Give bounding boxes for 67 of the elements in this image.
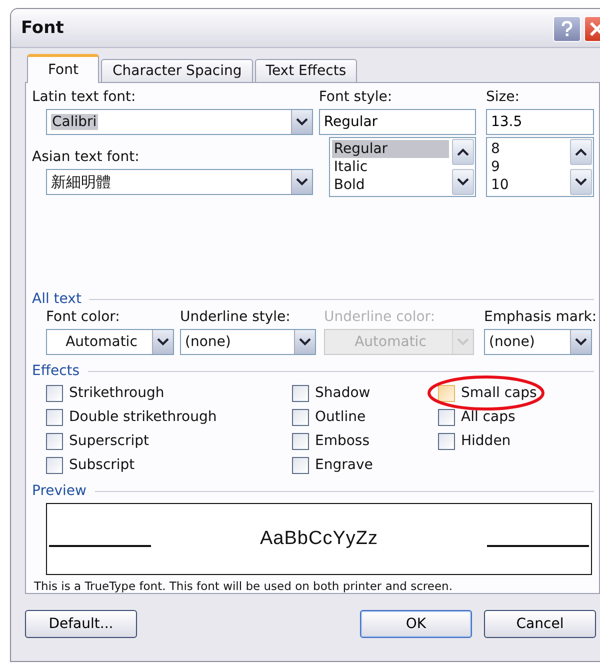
field-label: Latin text font: [32, 89, 137, 107]
list-item[interactable]: 10 [488, 176, 567, 194]
size-list[interactable]: 8 9 10 [486, 137, 594, 197]
field-label: Underline color: [324, 309, 436, 327]
checkbox-label[interactable]: Subscript [69, 457, 135, 473]
list-item[interactable]: 9 [488, 158, 567, 176]
chevron-down-icon [296, 178, 308, 186]
chevron-down-icon [457, 338, 469, 346]
checkbox[interactable] [46, 432, 63, 450]
dropdown[interactable]: (none) [484, 329, 592, 355]
dialog-button[interactable]: Cancel [484, 610, 596, 638]
asian-font-dropdown[interactable]: 新細明體 [46, 169, 313, 195]
chevron-down-icon [157, 338, 169, 346]
checkbox-label[interactable]: Superscript [69, 433, 150, 449]
checkbox-label[interactable]: Double strikethrough [69, 409, 217, 425]
checkbox[interactable] [46, 408, 63, 426]
checkbox-label[interactable]: Hidden [461, 433, 511, 449]
preview-sample-text: AaBbCcYyZz [260, 528, 378, 550]
checkbox[interactable] [292, 384, 309, 402]
chevron-down-icon[interactable] [456, 178, 469, 186]
dialog-button[interactable]: OK [360, 610, 472, 638]
checkbox-label[interactable]: Outline [315, 409, 366, 425]
field-label: Font color: [46, 309, 121, 327]
tab[interactable]: Character Spacing [101, 59, 253, 82]
checkbox-label[interactable]: Engrave [315, 457, 373, 473]
chevron-up-icon[interactable] [575, 148, 587, 156]
dropdown[interactable]: Automatic [46, 329, 174, 355]
checkbox[interactable] [292, 408, 309, 426]
tab[interactable]: Font [27, 54, 100, 83]
section-heading: Preview [32, 483, 86, 499]
chevron-down-icon [299, 338, 311, 346]
checkbox[interactable] [46, 384, 63, 402]
latin-font-dropdown[interactable]: Calibri [46, 109, 313, 135]
tab[interactable]: Text Effects [254, 59, 358, 82]
checkbox[interactable] [438, 408, 455, 426]
dialog-button[interactable]: Default... [25, 610, 137, 638]
help-icon [560, 21, 574, 37]
dropdown[interactable]: (none) [180, 329, 316, 355]
chevron-down-icon[interactable] [575, 178, 587, 186]
list-item[interactable]: Italic [332, 158, 449, 176]
section-heading: All text [32, 291, 82, 307]
size-input[interactable]: 13.5 [486, 109, 594, 135]
list-item[interactable]: 8 [488, 140, 567, 158]
checkbox[interactable] [292, 456, 309, 474]
checkbox[interactable] [438, 384, 455, 402]
field-label: Underline style: [180, 309, 292, 327]
checkbox-label[interactable]: Shadow [315, 385, 370, 401]
checkbox-label[interactable]: Emboss [315, 433, 370, 449]
checkbox[interactable] [46, 456, 63, 474]
checkbox[interactable] [438, 432, 455, 450]
window-title: Font [21, 18, 64, 38]
checkbox-label[interactable]: Strikethrough [69, 385, 164, 401]
section-heading: Effects [32, 363, 80, 379]
field-label: Font style: [318, 89, 394, 107]
field-label: Asian text font: [32, 149, 140, 167]
font-info-text: This is a TrueType font. This font will be used on both printer and screen. [34, 579, 454, 593]
checkbox[interactable] [292, 432, 309, 450]
font-style-input[interactable]: Regular [318, 109, 476, 135]
field-label: Size: [486, 89, 520, 107]
chevron-down-icon [296, 118, 308, 126]
list-item[interactable]: Bold [332, 176, 449, 194]
chevron-up-icon[interactable] [456, 148, 469, 156]
chevron-down-icon [575, 338, 587, 346]
list-item[interactable]: Regular [332, 140, 449, 158]
help-button[interactable] [553, 16, 581, 42]
font-style-list[interactable]: Regular Italic Bold [328, 137, 476, 197]
checkbox-label[interactable]: All caps [461, 409, 516, 425]
